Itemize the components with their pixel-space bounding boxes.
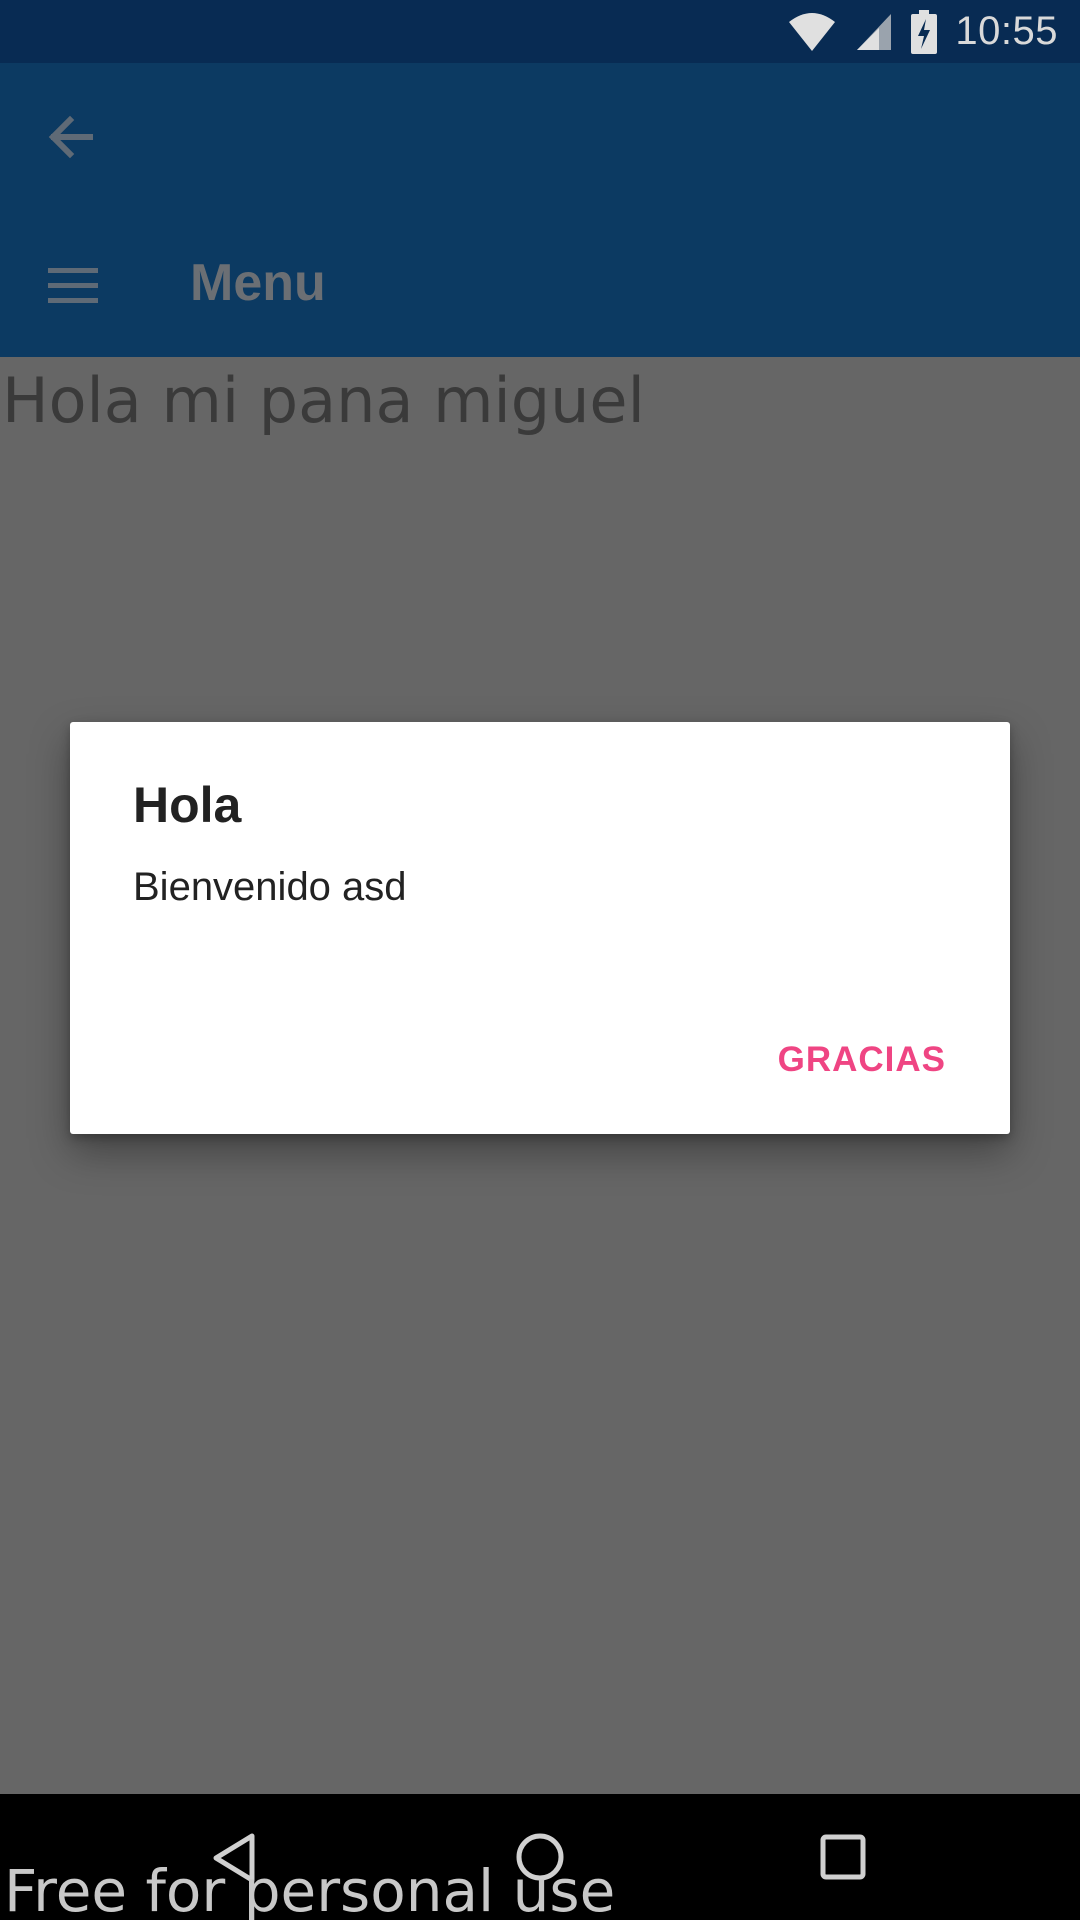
- alert-dialog: Hola Bienvenido asd GRACIAS: [70, 722, 1010, 1134]
- hamburger-icon[interactable]: [46, 266, 100, 306]
- dialog-title: Hola: [133, 777, 242, 833]
- nav-back-icon[interactable]: [210, 1832, 258, 1884]
- screen: 10:55 Menu Hola mi pana miguel Hola Bien…: [0, 0, 1080, 1920]
- status-bar: 10:55: [0, 0, 1080, 63]
- status-time: 10:55: [955, 9, 1058, 53]
- gracias-button[interactable]: GRACIAS: [758, 1030, 966, 1090]
- wifi-icon: [787, 12, 837, 52]
- signal-icon: [855, 12, 893, 52]
- greeting-text: Hola mi pana miguel: [2, 364, 645, 437]
- nav-home-icon[interactable]: [515, 1832, 565, 1882]
- dialog-message: Bienvenido asd: [133, 865, 407, 909]
- app-bar-title: Menu: [190, 254, 326, 312]
- nav-recents-icon[interactable]: [820, 1834, 866, 1880]
- battery-charging-icon: [911, 9, 938, 54]
- arrow-back-icon[interactable]: [44, 110, 98, 164]
- app-bar: [0, 63, 1080, 357]
